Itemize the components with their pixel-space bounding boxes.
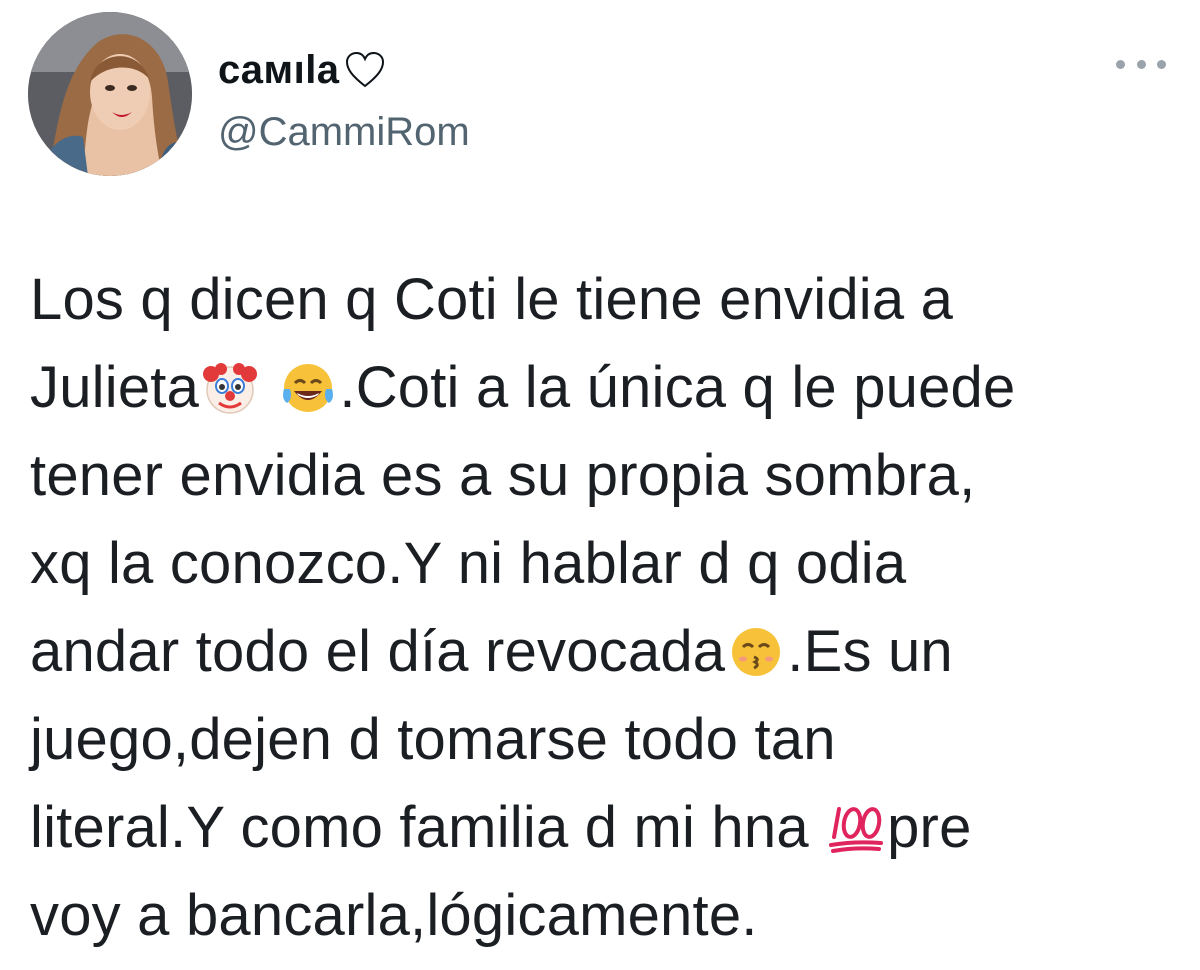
tweet-line-text: andar todo el día revocada bbox=[30, 619, 726, 684]
author-names: cамıla @CammiRom bbox=[218, 46, 470, 156]
tweet-line-text: voy a bancarla,lógicamente. bbox=[30, 883, 758, 948]
tears-of-joy-icon bbox=[279, 354, 337, 412]
tweet-line-text: .Es un bbox=[787, 619, 953, 684]
display-name-text: cамıla bbox=[218, 48, 340, 92]
tweet-line: voy a bancarla,lógicamente. bbox=[30, 872, 1180, 960]
tweet-header: cамıla @CammiRom bbox=[28, 12, 1170, 176]
tweet-line-text: xq la conozco.Y ni hablar d q odia bbox=[30, 531, 907, 596]
clown-face-icon bbox=[201, 354, 259, 414]
tweet-line: tener envidia es a su propia sombra, bbox=[30, 432, 1180, 520]
dot bbox=[1157, 59, 1166, 69]
profile-photo-icon[interactable] bbox=[28, 12, 192, 176]
tweet-line-text: .Coti a la única q le puede bbox=[339, 355, 1016, 420]
author-handle[interactable]: @CammiRom bbox=[218, 108, 470, 156]
tweet-line-text: pre bbox=[887, 795, 972, 860]
more-options-icon[interactable] bbox=[1116, 52, 1166, 76]
dot bbox=[1116, 59, 1125, 69]
kissing-face-icon bbox=[727, 618, 785, 676]
tweet-line-text: literal.Y como familia d mi hna bbox=[30, 795, 826, 860]
tweet-line-text: tener envidia es a su propia sombra, bbox=[30, 443, 976, 508]
tweet-line: xq la conozco.Y ni hablar d q odia bbox=[30, 520, 1180, 608]
tweet-line-text: Julieta bbox=[30, 355, 200, 420]
tweet-line-text: juego,dejen d tomarse todo tan bbox=[30, 707, 836, 772]
white-heart-icon bbox=[344, 50, 386, 90]
hundred-points-icon bbox=[827, 794, 885, 853]
dot bbox=[1136, 59, 1146, 69]
tweet-line: Julieta .Coti a la única q le puede bbox=[30, 344, 1180, 432]
tweet-line-text: Los q dicen q Coti le tiene envidia a bbox=[30, 267, 954, 332]
tweet-text: Los q dicen q Coti le tiene envidia a Ju… bbox=[30, 256, 1180, 960]
tweet-line: literal.Y como familia d mi hna pre bbox=[30, 784, 1180, 872]
tweet-line: Los q dicen q Coti le tiene envidia a bbox=[30, 256, 1180, 344]
author-display-name[interactable]: cамıla bbox=[218, 46, 470, 94]
tweet-line: juego,dejen d tomarse todo tan bbox=[30, 696, 1180, 784]
tweet-line: andar todo el día revocada .Es un bbox=[30, 608, 1180, 696]
tweet-card: cамıla @CammiRom Los q dicen q Coti le t… bbox=[0, 0, 1200, 970]
